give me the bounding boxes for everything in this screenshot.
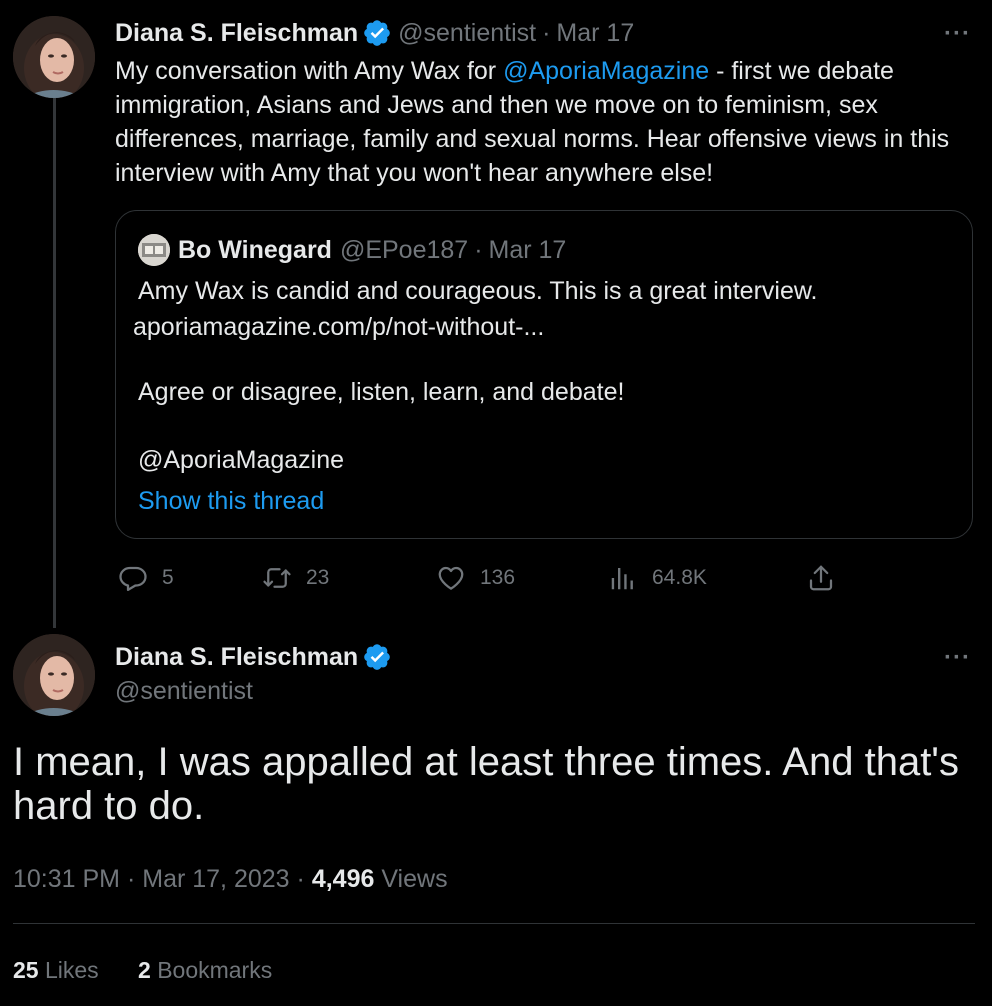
- quoted-author-avatar: [138, 234, 170, 266]
- like-button[interactable]: 136: [436, 563, 515, 593]
- bookmarks-label: Bookmarks: [157, 957, 273, 983]
- parent-tweet-text: My conversation with Amy Wax for @Aporia…: [115, 54, 975, 190]
- views-icon: [611, 568, 633, 590]
- parent-tweet-date[interactable]: Mar 17: [556, 19, 634, 48]
- dot-separator: ·: [474, 235, 483, 264]
- focal-author-avatar[interactable]: [13, 634, 95, 716]
- tweet-views-label: Views: [381, 865, 448, 893]
- tweet-time[interactable]: 10:31 PM: [13, 865, 120, 893]
- reply-count: 5: [162, 566, 174, 589]
- more-icon[interactable]: ···: [944, 22, 971, 46]
- likes-stat[interactable]: 25 Likes: [13, 953, 99, 987]
- likes-count: 25: [13, 957, 39, 983]
- focal-tweet-text: I mean, I was appalled at least three ti…: [13, 740, 959, 828]
- quoted-tweet-card[interactable]: Bo Winegard @EPoe187 · Mar 17 Amy Wax is…: [115, 210, 973, 539]
- quoted-tweet-header: Bo Winegard @EPoe187 · Mar 17: [138, 233, 566, 267]
- verified-badge-icon[interactable]: [362, 642, 392, 672]
- parent-author-handle[interactable]: @sentientist: [398, 19, 536, 48]
- parent-tweet-header: Diana S. Fleischman @sentientist · Mar 1…: [115, 16, 634, 50]
- thread-connector-line: [53, 98, 56, 628]
- views-button[interactable]: 64.8K: [608, 563, 707, 593]
- parent-author-name[interactable]: Diana S. Fleischman: [115, 19, 358, 48]
- quoted-link[interactable]: aporiamagazine.com/p/not-without-...: [133, 310, 544, 344]
- tweet-thread-page: Diana S. Fleischman @sentientist · Mar 1…: [0, 0, 992, 1006]
- like-count: 136: [480, 566, 516, 589]
- more-icon[interactable]: ···: [944, 646, 971, 670]
- tweet-meta: 10:31 PM · Mar 17, 2023 · 4,496 Views: [13, 862, 448, 896]
- dot-separator: ·: [296, 865, 312, 893]
- likes-label: Likes: [44, 957, 99, 983]
- retweet-button[interactable]: 23: [262, 563, 329, 593]
- retweet-count: 23: [306, 566, 330, 589]
- quoted-tweet-date: Mar 17: [488, 235, 567, 264]
- views-count: 64.8K: [652, 566, 707, 589]
- dot-separator: ·: [542, 18, 551, 47]
- tweet-date[interactable]: Mar 17, 2023: [142, 865, 289, 893]
- show-thread-link[interactable]: Show this thread: [138, 484, 324, 518]
- mention-link[interactable]: @AporiaMagazine: [503, 57, 709, 85]
- quoted-text-line: Agree or disagree, listen, learn, and de…: [138, 378, 625, 406]
- parent-author-avatar[interactable]: [13, 16, 95, 98]
- focal-author-handle[interactable]: @sentientist: [115, 674, 398, 708]
- reply-button[interactable]: 5: [118, 563, 174, 593]
- share-button[interactable]: [806, 563, 836, 593]
- quoted-mention[interactable]: @AporiaMagazine: [138, 443, 344, 477]
- retweet-icon: [263, 568, 291, 588]
- focal-tweet-header: Diana S. Fleischman @sentientist: [115, 640, 398, 708]
- reply-icon: [119, 566, 147, 591]
- focal-author-name[interactable]: Diana S. Fleischman: [115, 643, 358, 672]
- quoted-author-name: Bo Winegard: [178, 235, 332, 264]
- quoted-text-line: Amy Wax is candid and courageous. This i…: [138, 277, 818, 305]
- like-icon: [438, 566, 464, 590]
- bookmarks-count: 2: [138, 957, 151, 983]
- tweet-views-count: 4,496: [311, 865, 375, 893]
- share-icon: [809, 565, 833, 591]
- parent-text-before: My conversation with Amy Wax for: [115, 57, 504, 85]
- verified-badge-icon[interactable]: [362, 18, 392, 48]
- bookmarks-stat[interactable]: 2 Bookmarks: [138, 953, 272, 987]
- quoted-author-handle: @EPoe187: [339, 235, 469, 264]
- stats-divider: [13, 923, 975, 924]
- dot-separator: ·: [126, 865, 143, 893]
